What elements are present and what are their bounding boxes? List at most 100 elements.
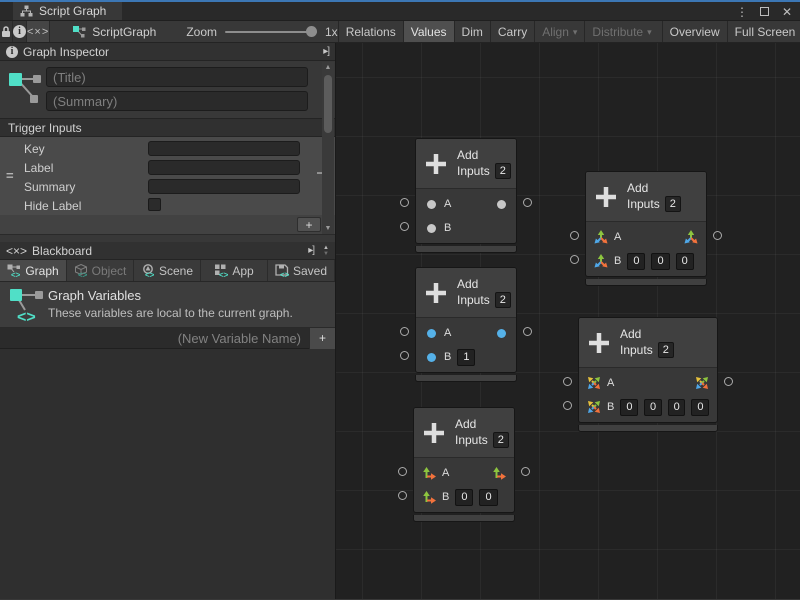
graph-node[interactable]: AddInputs2AB: [415, 138, 517, 253]
graph-node[interactable]: AddInputs2 A B0000: [578, 317, 718, 432]
label-field[interactable]: [148, 160, 300, 175]
distribute-button[interactable]: Distribute ▾: [584, 21, 658, 42]
input-port[interactable]: [400, 327, 409, 336]
node-header[interactable]: AddInputs2: [416, 139, 516, 189]
port-value-field[interactable]: 0: [644, 399, 662, 416]
node-ports: A B00: [414, 458, 514, 512]
input-count-field[interactable]: 2: [495, 163, 511, 179]
input-count-field[interactable]: 2: [495, 292, 511, 308]
port-label: A: [444, 327, 451, 339]
fullscreen-button[interactable]: Full Screen: [727, 21, 800, 42]
input-port[interactable]: [570, 255, 579, 264]
node-header[interactable]: AddInputs2: [416, 268, 516, 318]
input-port[interactable]: [398, 491, 407, 500]
maximize-icon[interactable]: [760, 7, 769, 16]
port-value-field[interactable]: 1: [457, 349, 475, 366]
tab-graph[interactable]: <> Graph: [0, 260, 67, 281]
svg-text:<>: <>: [78, 270, 88, 278]
tab-scene[interactable]: <> Scene: [134, 260, 201, 281]
port-row: B000: [586, 249, 706, 273]
graph-inspector-header: i Graph Inspector ▸]: [0, 43, 335, 61]
dim-button[interactable]: Dim: [454, 21, 490, 42]
dock-icon[interactable]: ▸]: [323, 46, 329, 57]
port-label: B: [614, 255, 621, 267]
values-button[interactable]: Values: [403, 21, 454, 42]
add-icon: [424, 152, 448, 176]
scroll-up-icon[interactable]: ▲: [325, 64, 332, 71]
tab-bar: Script Graph ⋮ ✕: [0, 2, 800, 21]
port-value-field[interactable]: 0: [455, 489, 473, 506]
tab-app[interactable]: <> App: [201, 260, 268, 281]
node-header[interactable]: AddInputs2: [414, 408, 514, 458]
output-port[interactable]: [713, 231, 722, 240]
input-count-field[interactable]: 2: [658, 342, 674, 358]
node-title-line1: Add: [620, 327, 674, 342]
input-port[interactable]: [398, 467, 407, 476]
output-port[interactable]: [724, 377, 733, 386]
graph-node[interactable]: AddInputs2 A B000: [585, 171, 707, 286]
output-type-icon: [684, 230, 698, 244]
port-value-field[interactable]: 0: [668, 399, 686, 416]
tab-script-graph[interactable]: Script Graph: [13, 2, 122, 20]
inspector-scrollbar[interactable]: ▲ ▼: [322, 62, 334, 234]
title-field[interactable]: [46, 67, 308, 87]
key-field[interactable]: [148, 141, 300, 156]
align-button[interactable]: Align ▾: [534, 21, 584, 42]
zoom-slider[interactable]: [225, 31, 317, 33]
input-port[interactable]: [563, 377, 572, 386]
port-value-field[interactable]: 0: [676, 253, 694, 270]
spin-down-icon[interactable]: ▼: [323, 251, 329, 257]
graph-canvas[interactable]: AddInputs2AB AddInputs2AB1 AddInputs2 A …: [336, 43, 800, 599]
blackboard-spinner[interactable]: ▲ ▼: [323, 245, 329, 257]
overview-button[interactable]: Overview: [662, 21, 727, 42]
add-variable-button[interactable]: +: [309, 328, 335, 349]
input-port[interactable]: [400, 222, 409, 231]
zoom-slider-handle[interactable]: [306, 26, 317, 37]
tab-object[interactable]: <> Object: [67, 260, 134, 281]
tab-title: Script Graph: [39, 4, 106, 18]
port-value-field[interactable]: 0: [479, 489, 497, 506]
port-type-icon: [424, 353, 438, 362]
port-type-icon: [424, 224, 438, 233]
graph-inspector-fields: [0, 61, 335, 118]
node-footer: [578, 425, 718, 432]
scroll-down-icon[interactable]: ▼: [325, 225, 332, 232]
port-value-field[interactable]: 0: [651, 253, 669, 270]
graph-node[interactable]: AddInputs2AB1: [415, 267, 517, 382]
input-count-field[interactable]: 2: [493, 432, 509, 448]
input-port[interactable]: [570, 231, 579, 240]
node-header[interactable]: AddInputs2: [579, 318, 717, 368]
dock-icon[interactable]: ▸]: [308, 245, 314, 256]
drag-handle-icon[interactable]: =: [6, 168, 14, 183]
port-value-field[interactable]: 0: [691, 399, 709, 416]
graph-breadcrumb[interactable]: ScriptGraph: [72, 21, 156, 42]
dropdown-caret-icon: ▾: [573, 27, 578, 38]
input-count-field[interactable]: 2: [665, 196, 681, 212]
port-value-field[interactable]: 0: [620, 399, 638, 416]
tab-saved[interactable]: <> Saved: [268, 260, 335, 281]
hide-label-checkbox[interactable]: [148, 198, 161, 211]
input-port[interactable]: [563, 401, 572, 410]
graph-node[interactable]: AddInputs2 A B00: [413, 407, 515, 522]
carry-button[interactable]: Carry: [490, 21, 534, 42]
add-trigger-input-button[interactable]: +: [297, 217, 321, 232]
input-port[interactable]: [400, 351, 409, 360]
port-value-field[interactable]: 0: [627, 253, 645, 270]
summary-field-item[interactable]: [148, 179, 300, 194]
close-icon[interactable]: ✕: [782, 5, 792, 19]
lock-button[interactable]: [0, 21, 13, 42]
summary-field[interactable]: [46, 91, 308, 111]
output-port[interactable]: [521, 467, 530, 476]
scrollbar-thumb[interactable]: [324, 75, 332, 133]
node-title: AddInputs2: [457, 277, 511, 308]
input-port[interactable]: [400, 198, 409, 207]
output-port[interactable]: [523, 327, 532, 336]
window-menu-icon[interactable]: ⋮: [736, 5, 747, 19]
output-port[interactable]: [523, 198, 532, 207]
new-variable-row: +: [0, 328, 335, 349]
node-header[interactable]: AddInputs2: [586, 172, 706, 222]
info-button[interactable]: i: [13, 21, 27, 42]
relations-button[interactable]: Relations: [338, 21, 403, 42]
code-view-button[interactable]: <×>: [27, 21, 50, 42]
new-variable-input[interactable]: [0, 331, 309, 346]
